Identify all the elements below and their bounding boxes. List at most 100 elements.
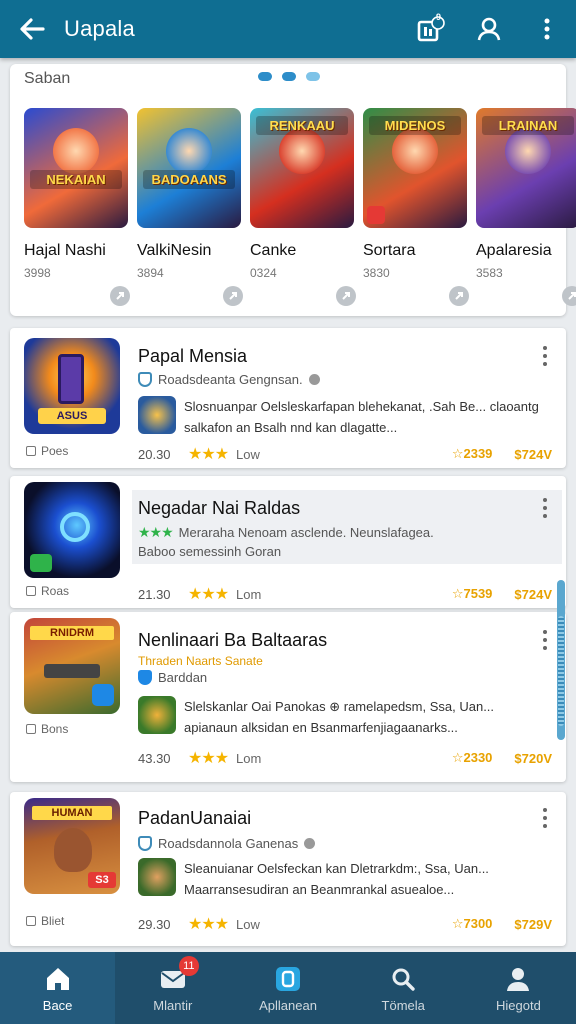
app-name: PadanUanaiai	[138, 808, 252, 828]
rank-badge: ☆2339	[451, 446, 493, 461]
item-menu-button[interactable]	[538, 806, 552, 830]
featured-tile[interactable]: RENKAAU Canke 0324	[250, 108, 356, 306]
apps-icon	[276, 966, 300, 991]
list-item[interactable]: RNIDRM Bons Nenlinaari Ba Baltaaras Thra…	[10, 612, 566, 782]
search-icon	[392, 968, 415, 991]
app-name: Negadar Nai Raldas	[138, 498, 301, 518]
verified-shield-icon	[138, 836, 152, 851]
developer-name: Barddan	[138, 670, 207, 685]
rating-stars: ★★★	[188, 750, 229, 767]
app-subtitle: Thraden Naarts Sanate	[138, 654, 263, 668]
notification-count: 9	[436, 12, 442, 22]
app-tag: Roas	[26, 584, 69, 598]
game-artwork: BADOAANS	[137, 108, 241, 228]
app-stats: 20.30 ★★★ Low ☆2339 $724V	[138, 446, 552, 463]
game-artwork: MIDENOS	[363, 108, 467, 228]
unread-count-badge: 11	[178, 955, 199, 976]
download-button[interactable]	[110, 286, 130, 306]
app-description: Slosnuanpar Oelsleskarfapan blehekanat, …	[138, 396, 548, 438]
list-item[interactable]: Roas Negadar Nai Raldas ★★★ Meraraha Neno…	[10, 476, 566, 608]
nav-apps[interactable]: Apllanean	[230, 952, 345, 1024]
price: $729V	[514, 916, 552, 932]
list-item[interactable]: ASUS Poes Papal Mensia Roadsdeanta Gengn…	[10, 328, 566, 468]
back-arrow-icon	[20, 18, 45, 40]
artwork-title: MIDENOS	[369, 116, 461, 135]
game-artwork: RENKAAU	[250, 108, 354, 228]
download-icon	[229, 292, 237, 300]
featured-carousel: Saban NEKAIAN Hajal Nashi 3998 BADOAANS Valk…	[10, 64, 576, 316]
bottom-navigation: Bace 11 Mlantir Apllanean Tömela Hiegotd	[0, 952, 576, 1024]
section-title: Saban	[24, 70, 71, 87]
rating-stars: ★★★	[188, 916, 229, 933]
app-icon: ASUS	[24, 338, 120, 434]
nav-label: Tömela	[381, 997, 425, 1013]
app-tag: Bliet	[26, 914, 64, 928]
tile-name: Sortara	[363, 242, 416, 259]
artwork-title: BADOAANS	[143, 170, 235, 190]
nav-label: Apllanean	[259, 997, 317, 1013]
app-icon: HUMAN S3	[24, 798, 120, 894]
overflow-menu-button[interactable]	[518, 0, 576, 58]
app-icon: RNIDRM	[24, 618, 120, 714]
tile-name: Apalaresia	[476, 242, 552, 259]
tile-name: Canke	[250, 242, 297, 259]
artwork-title: RENKAAU	[256, 116, 348, 135]
download-icon	[455, 292, 463, 300]
profile-icon	[477, 17, 501, 41]
artwork-title: LRAINAN	[482, 116, 574, 135]
verified-shield-icon	[138, 372, 152, 387]
list-item[interactable]: HUMAN S3 Bliet PadanUanaiai Roadsdannola…	[10, 792, 566, 946]
developer-name: Roadsdannola Ganenas	[138, 836, 316, 851]
download-icon	[342, 292, 350, 300]
download-button[interactable]	[223, 286, 243, 306]
item-menu-button[interactable]	[538, 496, 552, 520]
library-button[interactable]: 9	[402, 0, 460, 58]
home-icon	[46, 967, 69, 990]
tile-meta: 3583	[476, 266, 503, 280]
download-icon	[568, 292, 576, 300]
tile-name: Hajal Nashi	[24, 242, 106, 259]
download-button[interactable]	[449, 286, 469, 306]
featured-tile[interactable]: MIDENOS Sortara 3830	[363, 108, 469, 306]
nav-messages[interactable]: 11 Mlantir	[115, 952, 230, 1024]
nav-profile[interactable]: Hiegotd	[461, 952, 576, 1024]
featured-tile[interactable]: BADOAANS ValkiNesin 3894	[137, 108, 243, 306]
tile-meta: 3894	[137, 266, 164, 280]
nav-search[interactable]: Tömela	[346, 952, 461, 1024]
rating-stars: ★★★	[188, 586, 229, 603]
app-description: Slelskanlar Oai Panokas ⊕ ramelapedsm, S…	[138, 696, 548, 738]
item-menu-button[interactable]	[538, 344, 552, 368]
more-vert-icon	[544, 18, 550, 40]
featured-tile[interactable]: NEKAIAN Hajal Nashi 3998	[24, 108, 130, 306]
developer-name: Roadsdeanta Gengnsan.	[138, 372, 320, 387]
profile-button[interactable]	[460, 0, 518, 58]
app-stats: 29.30 ★★★ Low ☆7300 $729V	[138, 916, 552, 933]
rating-stars: ★★★	[188, 446, 229, 463]
back-button[interactable]	[0, 0, 64, 58]
rank-badge: ☆2330	[451, 750, 493, 765]
rating-stars-green: ★★★	[138, 524, 174, 540]
app-icon	[24, 482, 120, 578]
nav-label: Bace	[42, 997, 73, 1013]
tile-name: ValkiNesin	[137, 242, 212, 259]
app-tag: Poes	[26, 444, 68, 458]
carousel-indicator[interactable]	[258, 72, 320, 81]
download-button[interactable]	[336, 286, 356, 306]
download-icon	[116, 292, 124, 300]
rank-badge: ☆7300	[451, 916, 493, 931]
tile-meta: 3998	[24, 266, 51, 280]
scrollbar[interactable]	[557, 580, 565, 740]
price: $720V	[514, 750, 552, 766]
app-bar: Uapala 9	[0, 0, 576, 58]
rank-badge: ☆7539	[451, 586, 493, 601]
download-button[interactable]	[562, 286, 576, 306]
app-description: Sleanuianar Oelsfeckan kan Dletrarkdm:, …	[138, 858, 548, 900]
item-menu-button[interactable]	[538, 628, 552, 652]
game-artwork: LRAINAN	[476, 108, 576, 228]
app-stats: 21.30 ★★★ Lom ☆7539 $724V	[138, 586, 552, 603]
game-artwork: NEKAIAN	[24, 108, 128, 228]
featured-tile[interactable]: LRAINAN Apalaresia 3583	[476, 108, 576, 306]
price: $724V	[514, 586, 552, 602]
app-name: Nenlinaari Ba Baltaaras	[138, 630, 328, 650]
nav-home[interactable]: Bace	[0, 952, 116, 1024]
